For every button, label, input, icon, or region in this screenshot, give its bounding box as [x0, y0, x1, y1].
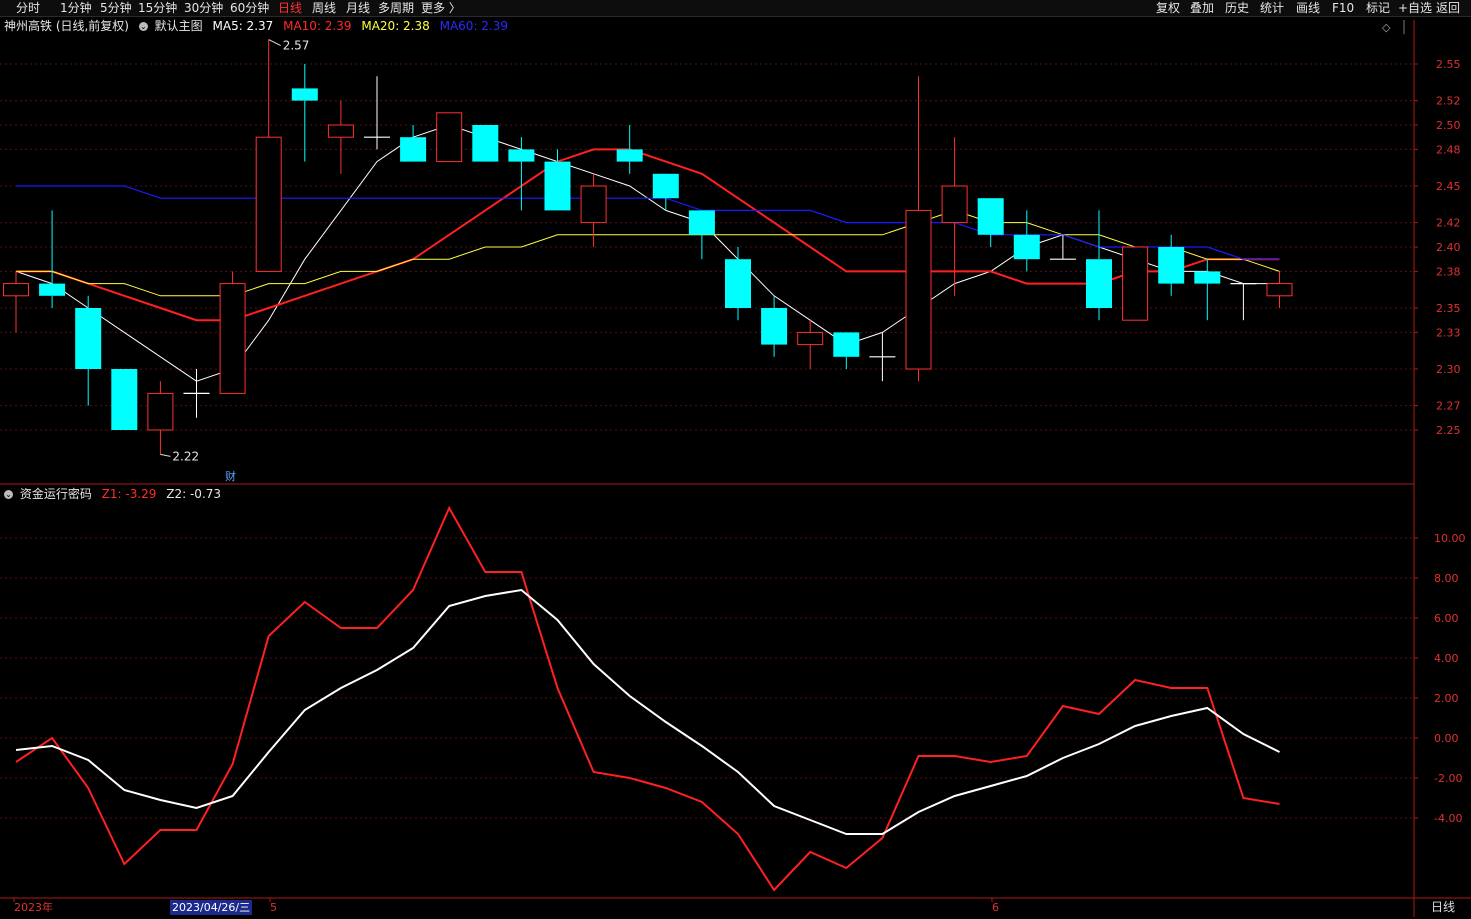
ma-line-ma5 — [15, 124, 1280, 382]
y-tick-label: 2.33 — [1436, 326, 1461, 339]
y-tick-label: 2.35 — [1436, 302, 1461, 315]
y-tick-label: 4.00 — [1434, 652, 1459, 665]
y-tick-label: -2.00 — [1434, 772, 1462, 785]
candle — [580, 173, 607, 247]
low-pointer — [160, 453, 171, 457]
candle-body — [3, 283, 29, 297]
candle-body — [616, 149, 643, 162]
candle — [472, 125, 499, 162]
candle — [797, 320, 824, 369]
y-tick-label: 2.52 — [1436, 95, 1461, 108]
candle-body — [905, 209, 932, 370]
y-tick-label: 2.30 — [1436, 363, 1461, 376]
candle — [111, 369, 138, 430]
y-tick-label: 8.00 — [1434, 572, 1459, 585]
high-label: 2.57 — [283, 39, 310, 53]
y-tick-label: 6.00 — [1434, 612, 1459, 625]
candle — [183, 369, 210, 418]
candle-body — [291, 88, 318, 101]
candle — [3, 271, 29, 333]
candle — [652, 173, 679, 211]
candle — [255, 39, 282, 272]
candle — [1086, 210, 1112, 321]
candle — [39, 210, 66, 308]
candle-body — [1266, 283, 1293, 297]
candle-body — [400, 137, 427, 162]
candle-body — [1086, 259, 1112, 308]
candle-body — [327, 124, 354, 138]
candle-body — [977, 198, 1004, 235]
y-tick-label: 2.25 — [1436, 424, 1461, 437]
cursor-date: 2023/04/26/三 — [170, 900, 253, 915]
y-tick-label: 2.00 — [1434, 692, 1459, 705]
y-tick-label: 2.38 — [1436, 265, 1461, 278]
candle — [905, 76, 932, 382]
candle — [833, 332, 860, 369]
y-tick-label: 2.42 — [1436, 217, 1461, 230]
candle — [219, 271, 246, 394]
candle — [977, 198, 1004, 247]
candle-body — [1013, 234, 1040, 260]
candle — [725, 247, 751, 321]
candle-body — [219, 283, 246, 394]
candle-body — [1122, 246, 1149, 321]
low-label: 2.22 — [172, 449, 199, 463]
candle-body — [1158, 247, 1185, 284]
candle — [75, 295, 102, 406]
candle — [1122, 246, 1149, 321]
diamond-icon: ◇ — [1382, 21, 1391, 34]
finance-mark[interactable]: 财 — [225, 471, 236, 483]
candle-body — [436, 112, 463, 163]
candle — [616, 125, 643, 174]
candle-body — [797, 331, 824, 346]
candle — [761, 295, 788, 357]
high-pointer — [268, 39, 281, 47]
candle — [1013, 210, 1040, 272]
candle-body — [1194, 271, 1221, 284]
y-tick-label: 2.40 — [1436, 241, 1461, 254]
candle — [1266, 271, 1293, 308]
candle-body — [39, 283, 66, 296]
month-label-6: 6 — [992, 901, 999, 914]
y-tick-label: 0.00 — [1434, 732, 1459, 745]
candle-body — [725, 259, 751, 308]
year-label: 2023年 — [14, 901, 53, 914]
y-tick-label: -4.00 — [1434, 812, 1462, 825]
candle — [364, 76, 390, 150]
period-button[interactable]: 日线 — [1420, 899, 1466, 915]
y-tick-label: 2.55 — [1436, 58, 1461, 71]
candle — [147, 381, 174, 455]
month-label-5: 5 — [270, 901, 277, 914]
y-tick-label: 10.00 — [1434, 532, 1466, 545]
candle — [869, 332, 896, 382]
indicator-line-z1 — [15, 505, 1280, 892]
candle — [1194, 259, 1221, 321]
candle — [436, 112, 463, 163]
candle-body — [75, 308, 102, 369]
candle — [1230, 283, 1257, 321]
candle-body — [508, 149, 535, 162]
candle — [400, 125, 427, 162]
candle-body — [544, 161, 571, 211]
candle — [327, 100, 354, 174]
candle-body — [941, 185, 968, 224]
stock-chart[interactable]: 2.55 2.52 2.50 2.48 2.45 2.42 2.40 2.38 2.35 2.33… — [0, 0, 1471, 919]
candle-body — [652, 173, 679, 199]
candle-body — [688, 210, 715, 235]
candle-body — [472, 125, 499, 162]
candle — [1158, 234, 1185, 296]
y-tick-label: 2.45 — [1436, 180, 1461, 193]
y-tick-label: 2.48 — [1436, 143, 1461, 156]
candle-body — [761, 308, 788, 345]
candle — [508, 137, 535, 211]
candle-body — [111, 369, 138, 430]
candle-body — [580, 185, 607, 224]
candle-body — [255, 136, 282, 272]
candle — [291, 64, 318, 162]
candle-body — [147, 392, 174, 431]
y-tick-label: 2.50 — [1436, 119, 1461, 132]
candle-body — [833, 332, 860, 357]
y-tick-label: 2.27 — [1436, 400, 1461, 413]
